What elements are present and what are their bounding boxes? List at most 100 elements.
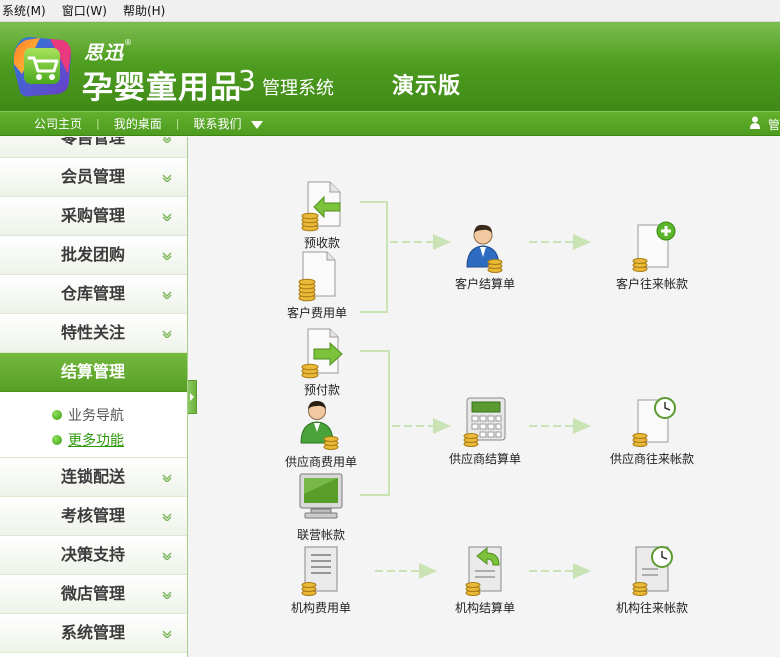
flow-node-label: 客户结算单 xyxy=(454,277,515,291)
monitor-icon xyxy=(297,472,345,524)
nav-divider: | xyxy=(175,117,180,130)
user-icon xyxy=(750,116,760,132)
chevron-down-icon xyxy=(162,174,172,182)
sidebar-collapse-handle[interactable] xyxy=(188,380,197,414)
flow-node-label: 供应商往来帐款 xyxy=(609,452,694,466)
sub-item-label: 业务导航 xyxy=(68,407,124,424)
sidebar-item-label: 批发团购 xyxy=(61,245,126,264)
sidebar-item-retail[interactable]: 零售管理 xyxy=(0,137,187,158)
nav-company-home[interactable]: 公司主页 xyxy=(34,112,82,136)
flow-node-org-expense[interactable]: 机构费用单 xyxy=(271,545,371,616)
sidebar-item-label: 会员管理 xyxy=(61,167,126,186)
flow-node-label: 联营帐款 xyxy=(296,528,345,542)
flow-node-label: 客户费用单 xyxy=(286,306,347,320)
calculator-icon xyxy=(461,396,509,448)
flow-node-customer-account[interactable]: 客户往来帐款 xyxy=(602,221,702,292)
chevron-down-icon xyxy=(162,291,172,299)
supplier-person-icon xyxy=(297,399,345,451)
menu-help[interactable]: 帮助(H) xyxy=(120,0,172,22)
person-icon xyxy=(461,221,509,273)
document-plus-icon xyxy=(628,221,676,273)
product-version: 3 xyxy=(238,64,256,97)
nav-contact-us[interactable]: 联系我们 xyxy=(193,112,241,136)
flow-node-label: 供应商结算单 xyxy=(448,452,521,466)
document-return-icon xyxy=(461,545,509,597)
user-name: 管 xyxy=(768,117,780,132)
chevron-down-icon xyxy=(162,474,172,482)
document-arrow-in-icon xyxy=(298,180,346,232)
flow-node-supplier-account[interactable]: 供应商往来帐款 xyxy=(602,396,702,467)
top-nav: 公司主页 | 我的桌面 | 联系我们 管 xyxy=(0,111,780,136)
sidebar-item-features[interactable]: 特性关注 xyxy=(0,314,187,353)
document-clock-icon xyxy=(628,396,676,448)
sidebar-item-assessment[interactable]: 考核管理 xyxy=(0,497,187,536)
sidebar-item-label: 系统管理 xyxy=(61,623,126,642)
menu-bar: 系统(M) 窗口(W) 帮助(H) xyxy=(0,0,780,22)
flow-node-org-account[interactable]: 机构往来帐款 xyxy=(602,545,702,616)
sidebar-item-label: 连锁配送 xyxy=(61,467,126,486)
app-logo xyxy=(10,34,73,100)
chevron-down-icon xyxy=(162,513,172,521)
sidebar-item-system[interactable]: 系统管理 xyxy=(0,614,187,653)
bullet-icon xyxy=(52,409,62,420)
sub-item-label: 更多功能 xyxy=(68,432,124,449)
sidebar-item-settlement[interactable]: 结算管理 xyxy=(0,353,187,392)
chevron-down-icon xyxy=(162,252,172,260)
nav-divider: | xyxy=(96,117,100,130)
menu-window[interactable]: 窗口(W) xyxy=(59,0,114,22)
sidebar-item-label: 结算管理 xyxy=(61,362,126,381)
sidebar-item-decision-support[interactable]: 决策支持 xyxy=(0,536,187,575)
flow-node-customer-expense[interactable]: 客户费用单 xyxy=(267,250,367,321)
sidebar-item-chain-distribution[interactable]: 连锁配送 xyxy=(0,458,187,497)
flow-node-label: 机构结算单 xyxy=(454,601,515,615)
sidebar-item-purchasing[interactable]: 采购管理 xyxy=(0,197,187,236)
flow-node-customer-settlement[interactable]: 客户结算单 xyxy=(435,221,535,292)
sidebar-item-wholesale[interactable]: 批发团购 xyxy=(0,236,187,275)
flow-node-joint-account[interactable]: 联营帐款 xyxy=(271,472,371,543)
product-title: 孕婴童用品 xyxy=(82,70,242,106)
document-arrow-out-icon xyxy=(298,327,346,379)
sidebar-subpanel: 业务导航 更多功能 xyxy=(0,392,187,458)
sidebar: 零售管理 会员管理 采购管理 批发团购 仓库管理 特性关注 结算管理 业务导航 … xyxy=(0,137,188,657)
flow-node-advance-receipt[interactable]: 预收款 xyxy=(272,180,372,251)
chevron-down-icon[interactable] xyxy=(251,120,264,129)
bullet-icon xyxy=(52,434,62,445)
chevron-down-icon xyxy=(162,591,172,599)
edition-label: 演示版 xyxy=(392,74,462,99)
registered-mark: ® xyxy=(124,38,132,47)
menu-system[interactable]: 系统(M) xyxy=(0,0,53,22)
flow-node-label: 客户往来帐款 xyxy=(615,277,688,291)
header-banner: 思迅 ® 孕婴童用品 3 管理系统 演示版 xyxy=(0,22,780,111)
product-subtitle: 管理系统 xyxy=(262,78,334,99)
flow-node-label: 供应商费用单 xyxy=(284,455,357,469)
flow-node-label: 预收款 xyxy=(303,236,340,250)
sidebar-item-warehouse[interactable]: 仓库管理 xyxy=(0,275,187,314)
chevron-down-icon xyxy=(162,630,172,638)
settlement-flow-panel: 预收款 客户费用单 客户结算单 客户往来帐款 预付款 供应商费用单 供应商结算单… xyxy=(197,137,780,657)
sidebar-item-micro-store[interactable]: 微店管理 xyxy=(0,575,187,614)
sidebar-item-label: 采购管理 xyxy=(61,206,126,225)
sidebar-item-members[interactable]: 会员管理 xyxy=(0,158,187,197)
sub-item-business-nav[interactable]: 业务导航 xyxy=(0,402,187,427)
user-area[interactable]: 管 xyxy=(750,112,780,136)
sidebar-item-label: 考核管理 xyxy=(61,506,126,525)
flow-node-supplier-settlement[interactable]: 供应商结算单 xyxy=(435,396,535,467)
chevron-down-icon xyxy=(162,330,172,338)
flow-node-org-settlement[interactable]: 机构结算单 xyxy=(435,545,535,616)
sidebar-item-label: 零售管理 xyxy=(61,137,126,147)
sub-item-more-functions[interactable]: 更多功能 xyxy=(0,427,187,452)
flow-node-supplier-expense[interactable]: 供应商费用单 xyxy=(271,399,371,470)
chevron-down-icon xyxy=(162,552,172,560)
chevron-down-icon xyxy=(162,213,172,221)
sidebar-item-label: 特性关注 xyxy=(61,323,126,342)
nav-my-desktop[interactable]: 我的桌面 xyxy=(114,112,162,136)
document-lines-icon xyxy=(297,545,345,597)
flow-node-label: 机构费用单 xyxy=(290,601,351,615)
flow-node-advance-payment[interactable]: 预付款 xyxy=(272,327,372,398)
document-clock-icon xyxy=(628,545,676,597)
flow-node-label: 预付款 xyxy=(303,383,340,397)
chevron-down-icon xyxy=(162,137,172,143)
sidebar-item-label: 决策支持 xyxy=(61,545,126,564)
document-coins-icon xyxy=(293,250,341,302)
flow-node-label: 机构往来帐款 xyxy=(615,601,688,615)
